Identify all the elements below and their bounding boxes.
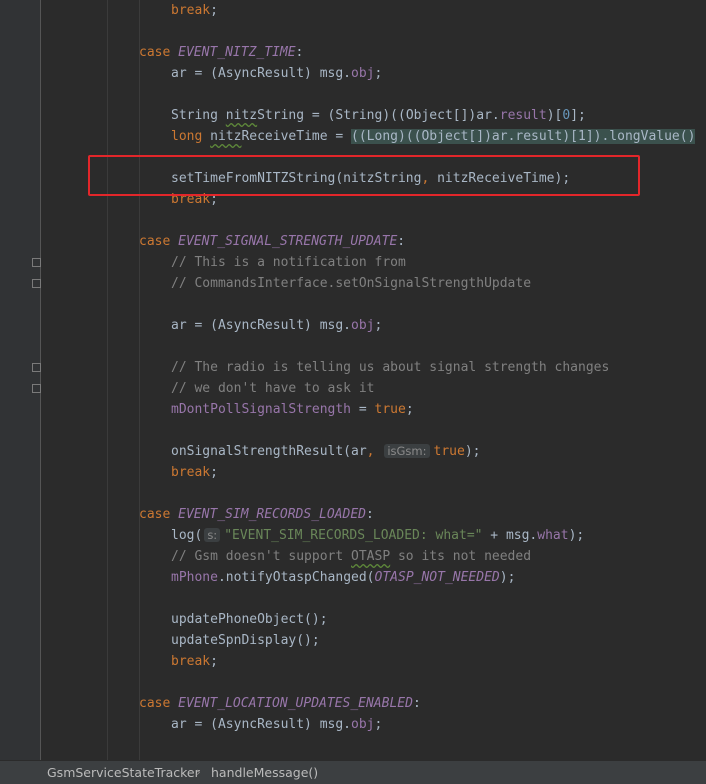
code-line: updateSpnDisplay(); — [171, 630, 320, 651]
annotation-highlight-box — [88, 155, 640, 196]
code-token: ; — [374, 717, 383, 732]
code-line: case EVENT_NITZ_TIME: — [139, 42, 303, 63]
breadcrumb-class[interactable]: GsmServiceStateTracker — [47, 765, 200, 780]
code-line: // This is a notification from — [171, 252, 406, 273]
code-token: EVENT_LOCATION_UPDATES_ENABLED — [178, 696, 413, 711]
code-line: ar = (AsyncResult) msg.obj; — [171, 63, 382, 84]
code-line: case EVENT_LOCATION_UPDATES_ENABLED: — [139, 693, 421, 714]
code-line: // The radio is telling us about signal … — [171, 357, 609, 378]
code-line: mDontPollSignalStrength = true; — [171, 399, 414, 420]
code-line: long nitzReceiveTime = ((Long)((Object[]… — [171, 126, 696, 147]
code-token: = — [351, 402, 375, 417]
code-token: case — [139, 45, 179, 60]
code-token: // Gsm doesn't support — [171, 549, 352, 564]
code-token: ); — [464, 444, 481, 459]
code-token: mDontPollSignalStrength — [171, 402, 352, 417]
code-line: ar = (AsyncResult) msg.obj; — [171, 315, 382, 336]
code-token: obj — [351, 717, 375, 732]
code-token: what — [537, 528, 569, 543]
code-token: ; — [210, 3, 218, 18]
code-token: ]; — [570, 108, 586, 123]
code-token: OTASP_NOT_NEEDED — [374, 570, 500, 585]
code-token: ; — [210, 465, 218, 480]
code-line: log(s: "EVENT_SIM_RECORDS_LOADED: what=" … — [171, 525, 584, 546]
code-token: ar = (AsyncResult) msg. — [171, 717, 352, 732]
code-token: updatePhoneObject(); — [171, 612, 328, 627]
code-token: , — [366, 444, 383, 459]
fold-toggle-icon[interactable] — [32, 384, 41, 393]
code-token: String = (String)((Object[])ar. — [257, 108, 500, 123]
code-line: break; — [171, 0, 218, 21]
code-token: ; — [374, 318, 383, 333]
code-line: ar = (AsyncResult) msg.obj; — [171, 714, 382, 735]
code-token: log( — [171, 528, 203, 543]
parameter-hint: s: — [204, 528, 221, 542]
fold-toggle-icon[interactable] — [32, 363, 41, 372]
code-token: ((Long)((Object[])ar.result)[1]).longVal… — [351, 129, 696, 144]
code-token: : — [412, 696, 421, 711]
code-token: ; — [374, 66, 383, 81]
code-token: break — [171, 465, 211, 480]
code-line: case EVENT_SIGNAL_STRENGTH_UPDATE: — [139, 231, 405, 252]
code-token: break — [171, 3, 211, 18]
code-token: ); — [568, 528, 585, 543]
code-token: String — [171, 108, 226, 123]
code-token: : — [397, 234, 406, 249]
code-line: break; — [171, 651, 218, 672]
code-token: case — [139, 234, 179, 249]
code-line: // we don't have to ask it — [171, 378, 375, 399]
code-token: onSignalStrengthResult(ar — [171, 444, 367, 459]
code-token: break — [171, 654, 211, 669]
code-token: : — [295, 45, 304, 60]
code-token: EVENT_SIGNAL_STRENGTH_UPDATE — [178, 234, 398, 249]
code-token: + msg. — [482, 528, 538, 543]
fold-toggle-icon[interactable] — [32, 279, 41, 288]
code-token: // CommandsInterface.setOnSignalStrength… — [171, 276, 532, 291]
parameter-hint: isGsm: — [384, 444, 430, 458]
code-line: // CommandsInterface.setOnSignalStrength… — [171, 273, 531, 294]
code-token: long — [171, 129, 211, 144]
code-token: mPhone — [171, 570, 218, 585]
code-token: ; — [210, 654, 218, 669]
code-line: onSignalStrengthResult(ar, isGsm: true); — [171, 441, 480, 462]
code-token: OTASP — [351, 549, 391, 564]
code-token: EVENT_NITZ_TIME — [178, 45, 296, 60]
breadcrumb-separator-icon: › — [196, 765, 201, 779]
fold-toggle-icon[interactable] — [32, 258, 41, 267]
code-token: ar = (AsyncResult) msg. — [171, 66, 352, 81]
code-token: ; — [405, 402, 414, 417]
code-editor[interactable]: break; case EVENT_NITZ_TIME: ar = (AsyncRe… — [0, 0, 706, 760]
code-line: mPhone.notifyOtaspChanged(OTASP_NOT_NEED… — [171, 567, 515, 588]
code-token: // we don't have to ask it — [171, 381, 375, 396]
code-token: so its not needed — [390, 549, 532, 564]
code-token: obj — [351, 318, 375, 333]
code-token: case — [139, 696, 179, 711]
code-token: ); — [499, 570, 516, 585]
code-token: "EVENT_SIM_RECORDS_LOADED: what=" — [224, 528, 483, 543]
code-token: true — [374, 402, 406, 417]
code-token: : — [365, 507, 374, 522]
breadcrumb-method[interactable]: handleMessage() — [211, 765, 318, 780]
code-token: nitz — [210, 129, 242, 144]
code-token: .notifyOtaspChanged( — [217, 570, 375, 585]
code-token: nitz — [225, 108, 258, 123]
code-token: // This is a notification from — [171, 255, 406, 270]
code-line: // Gsm doesn't support OTASP so its not … — [171, 546, 531, 567]
code-token: true — [433, 444, 465, 459]
code-line: updatePhoneObject(); — [171, 609, 328, 630]
code-token: obj — [351, 66, 375, 81]
code-line: String nitzString = (String)((Object[])a… — [171, 105, 586, 126]
code-token: EVENT_SIM_RECORDS_LOADED — [178, 507, 366, 522]
code-token: result — [499, 108, 547, 123]
code-token: ReceiveTime = — [241, 129, 352, 144]
code-token: ar = (AsyncResult) msg. — [171, 318, 352, 333]
code-token: case — [139, 507, 179, 522]
code-token: updateSpnDisplay(); — [171, 633, 320, 648]
code-line: break; — [171, 462, 218, 483]
code-line: case EVENT_SIM_RECORDS_LOADED: — [139, 504, 374, 525]
breadcrumb-bar: GsmServiceStateTracker › handleMessage() — [0, 760, 706, 784]
code-token: )[ — [546, 108, 563, 123]
code-token: // The radio is telling us about signal … — [171, 360, 610, 375]
